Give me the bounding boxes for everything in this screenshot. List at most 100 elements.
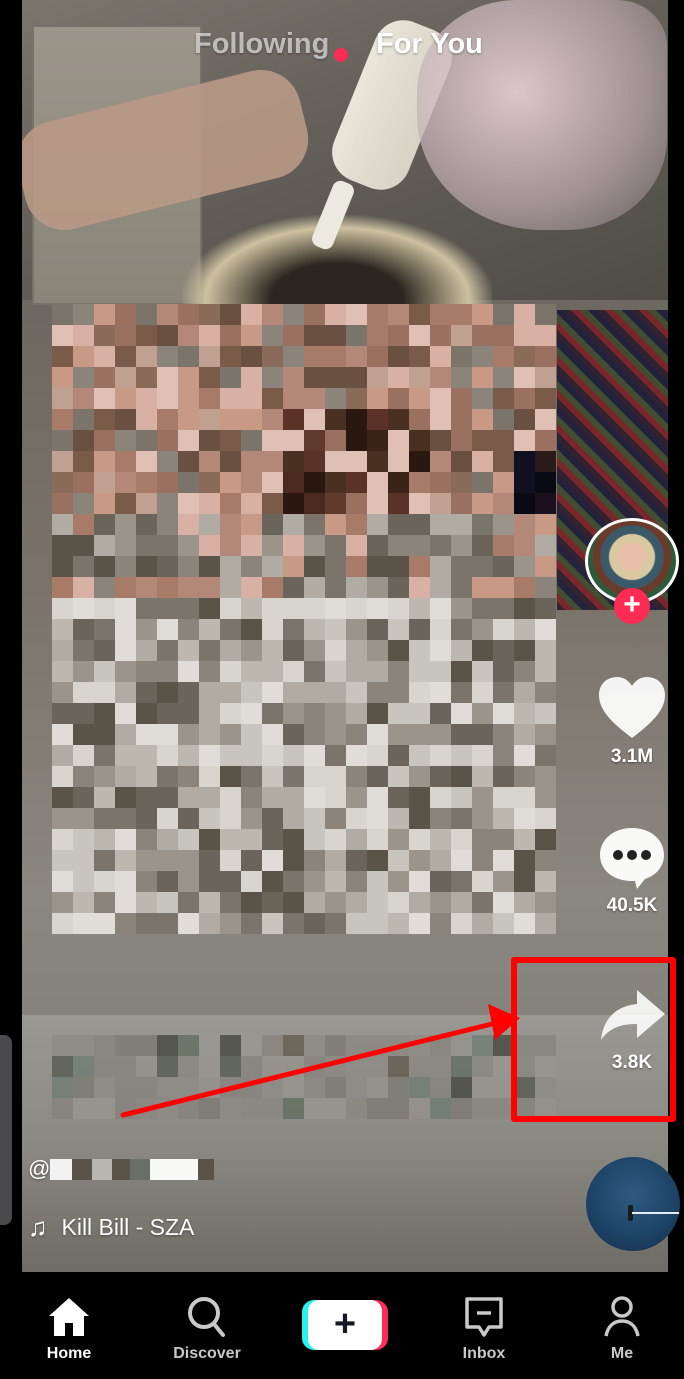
- mosaic-cell: [325, 409, 346, 430]
- mosaic-cell: [283, 1077, 304, 1098]
- mosaic-cell: [94, 682, 115, 703]
- mosaic-cell: [451, 304, 472, 325]
- nav-home[interactable]: Home: [19, 1296, 119, 1363]
- mosaic-cell: [325, 472, 346, 493]
- mosaic-cell: [241, 472, 262, 493]
- tab-for-you[interactable]: For You: [376, 28, 483, 61]
- comment-button[interactable]: 40.5K: [590, 825, 674, 917]
- mosaic-cell: [220, 745, 241, 766]
- like-button[interactable]: 3.1M: [590, 676, 674, 768]
- mosaic-cell: [283, 556, 304, 577]
- mosaic-cell: [451, 1098, 472, 1119]
- mosaic-cell: [115, 787, 136, 808]
- nav-inbox[interactable]: Inbox: [434, 1296, 534, 1363]
- mosaic-cell: [304, 640, 325, 661]
- mosaic-cell: [52, 493, 73, 514]
- mosaic-cell: [514, 409, 535, 430]
- mosaic-cell: [73, 640, 94, 661]
- sound-info[interactable]: ♫ Kill Bill - SZA: [28, 1212, 194, 1243]
- mosaic-cell: [220, 661, 241, 682]
- mosaic-cell: [136, 787, 157, 808]
- mosaic-cell: [220, 304, 241, 325]
- mosaic-cell: [52, 808, 73, 829]
- mosaic-cell: [367, 892, 388, 913]
- mosaic-cell: [262, 913, 283, 934]
- follow-button[interactable]: +: [614, 588, 650, 624]
- mosaic-cell: [367, 1035, 388, 1056]
- mosaic-cell: [262, 577, 283, 598]
- mosaic-cell: [262, 682, 283, 703]
- mosaic-cell: [409, 451, 430, 472]
- nav-me-label: Me: [610, 1345, 634, 1362]
- mosaic-cell: [262, 493, 283, 514]
- mosaic-cell: [304, 367, 325, 388]
- mosaic-cell: [388, 766, 409, 787]
- mosaic-cell: [220, 682, 241, 703]
- mosaic-cell: [283, 577, 304, 598]
- mosaic-cell: [535, 451, 556, 472]
- side-drawer-handle[interactable]: [0, 1035, 12, 1225]
- mosaic-cell: [514, 346, 535, 367]
- mosaic-cell: [304, 535, 325, 556]
- mosaic-cell: [472, 1077, 493, 1098]
- create-video-button[interactable]: +: [302, 1300, 388, 1350]
- mosaic-cell: [241, 850, 262, 871]
- username-redaction: [150, 1158, 199, 1180]
- mosaic-cell: [493, 787, 514, 808]
- mosaic-cell: [157, 619, 178, 640]
- username-redaction: [112, 1158, 131, 1180]
- mosaic-cell: [388, 472, 409, 493]
- mosaic-cell: [430, 1056, 451, 1077]
- mosaic-cell: [493, 745, 514, 766]
- mosaic-cell: [220, 514, 241, 535]
- mosaic-cell: [115, 535, 136, 556]
- mosaic-cell: [451, 577, 472, 598]
- mosaic-cell: [472, 829, 493, 850]
- mosaic-cell: [367, 682, 388, 703]
- mosaic-cell: [430, 1098, 451, 1119]
- mosaic-cell: [430, 514, 451, 535]
- mosaic-cell: [514, 682, 535, 703]
- mosaic-cell: [430, 325, 451, 346]
- mosaic-cell: [241, 745, 262, 766]
- mosaic-cell: [157, 829, 178, 850]
- mosaic-cell: [535, 766, 556, 787]
- mosaic-cell: [388, 514, 409, 535]
- mosaic-cell: [136, 346, 157, 367]
- mosaic-cell: [262, 724, 283, 745]
- mosaic-cell: [241, 913, 262, 934]
- mosaic-cell: [283, 598, 304, 619]
- music-disc[interactable]: [586, 1157, 680, 1251]
- mosaic-cell: [241, 535, 262, 556]
- mosaic-cell: [430, 346, 451, 367]
- mosaic-cell: [52, 661, 73, 682]
- mosaic-cell: [346, 367, 367, 388]
- mosaic-cell: [367, 703, 388, 724]
- mosaic-cell: [514, 724, 535, 745]
- creator-username[interactable]: @: [28, 1156, 215, 1182]
- nav-discover[interactable]: Discover: [157, 1296, 257, 1363]
- mosaic-cell: [52, 724, 73, 745]
- mosaic-cell: [178, 409, 199, 430]
- mosaic-cell: [493, 808, 514, 829]
- mosaic-cell: [157, 409, 178, 430]
- mosaic-cell: [346, 514, 367, 535]
- mosaic-cell: [220, 535, 241, 556]
- mosaic-cell: [535, 535, 556, 556]
- mosaic-cell: [73, 493, 94, 514]
- mosaic-cell: [451, 724, 472, 745]
- mosaic-cell: [451, 1035, 472, 1056]
- mosaic-cell: [262, 472, 283, 493]
- mosaic-cell: [304, 745, 325, 766]
- tab-following[interactable]: Following: [194, 28, 329, 61]
- mosaic-cell: [409, 367, 430, 388]
- mosaic-cell: [283, 493, 304, 514]
- mosaic-cell: [346, 388, 367, 409]
- nav-home-label: Home: [46, 1345, 92, 1362]
- mosaic-cell: [493, 829, 514, 850]
- mosaic-cell: [115, 640, 136, 661]
- mosaic-cell: [346, 892, 367, 913]
- mosaic-cell: [220, 430, 241, 451]
- nav-me[interactable]: Me: [572, 1296, 672, 1363]
- mosaic-cell: [535, 892, 556, 913]
